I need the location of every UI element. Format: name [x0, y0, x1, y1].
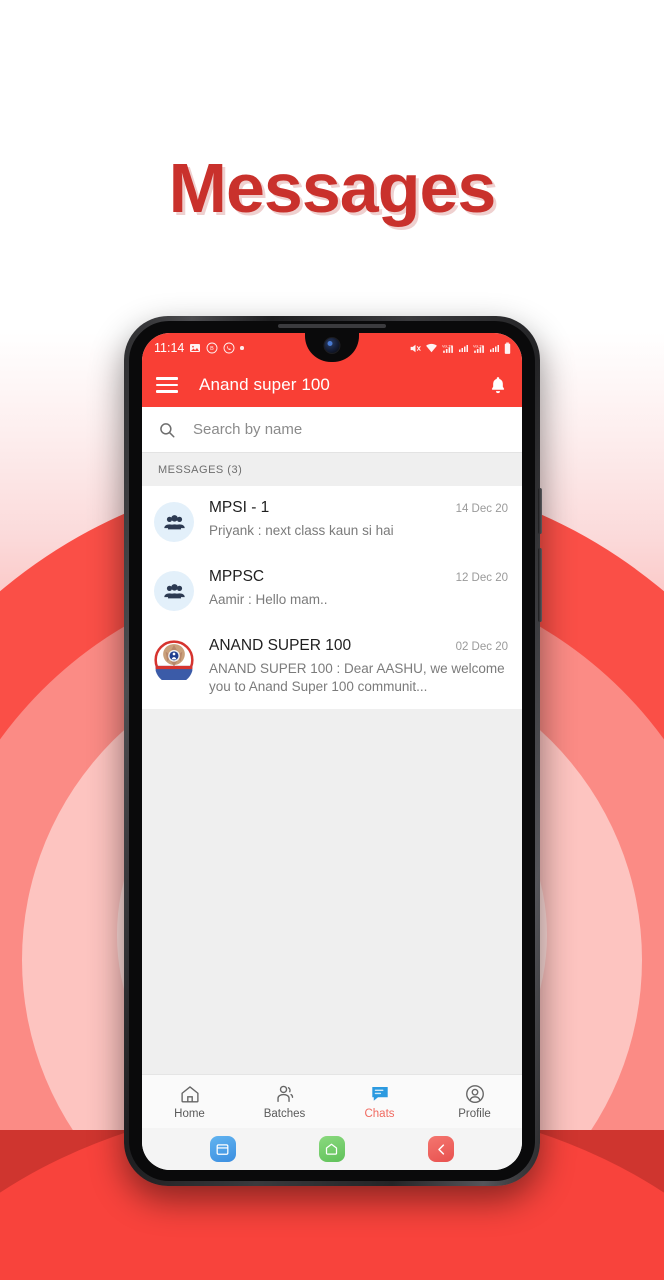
table-row[interactable]: MPPSC 12 Dec 20 Aamir : Hello mam..	[142, 555, 522, 624]
mute-icon	[409, 342, 422, 355]
chat-name: MPPSC	[209, 568, 265, 585]
nav-label: Batches	[263, 1108, 306, 1120]
chat-row-top: ANAND SUPER 100 02 Dec 20	[209, 637, 508, 655]
chat-preview: Aamir : Hello mam..	[209, 592, 328, 607]
nav-item-batches[interactable]: Batches	[237, 1083, 332, 1120]
phone-mockup: 11:14 B VoLTE VoLTE Anand super 100 Sear…	[124, 316, 542, 1186]
search-bar[interactable]	[142, 407, 522, 453]
volte-signal-icon: VoLTE	[441, 342, 454, 355]
whatsapp-icon	[223, 342, 235, 354]
android-system-navigation	[142, 1128, 522, 1170]
table-row[interactable]: ANAND SUPER 100 02 Dec 20 ANAND SUPER 10…	[142, 624, 522, 709]
back-button[interactable]	[428, 1136, 455, 1162]
search-icon	[158, 421, 176, 439]
power-button[interactable]	[538, 548, 542, 622]
messages-section-label: MESSAGES (3)	[158, 463, 243, 476]
nav-label: Home	[174, 1108, 205, 1120]
chat-bubble-icon	[371, 1087, 388, 1101]
chat-date: 14 Dec 20	[455, 503, 508, 515]
nav-label: Profile	[458, 1108, 491, 1120]
recents-icon	[216, 1143, 229, 1155]
group-icon	[163, 583, 185, 598]
wifi-icon	[425, 342, 438, 355]
dot-icon	[240, 346, 244, 350]
volume-button[interactable]	[538, 488, 542, 534]
recents-button[interactable]	[209, 1136, 236, 1162]
signal-bars-2-icon	[488, 342, 500, 354]
people-icon	[276, 1085, 293, 1103]
bottom-navigation: Home Batches Chats Profile	[142, 1074, 522, 1128]
chat-date: 02 Dec 20	[455, 641, 508, 653]
status-bar-left: 11:14 B	[154, 341, 244, 355]
chat-date: 12 Dec 20	[455, 572, 508, 584]
home-button[interactable]	[318, 1136, 345, 1162]
volte-signal-2-icon: VoLTE	[472, 342, 485, 355]
avatar	[154, 571, 194, 611]
bell-icon[interactable]	[488, 374, 508, 396]
b-badge-icon: B	[206, 342, 218, 354]
chat-name: ANAND SUPER 100	[209, 637, 352, 654]
nav-label: Chats	[364, 1108, 395, 1120]
home-pentagon-icon	[326, 1143, 338, 1155]
nav-item-profile[interactable]: Profile	[427, 1083, 522, 1120]
avatar	[154, 502, 194, 542]
group-icon	[163, 514, 185, 529]
nav-item-chats[interactable]: Chats	[332, 1083, 427, 1120]
empty-list-area	[142, 708, 522, 1074]
signal-bars-icon	[457, 342, 469, 354]
chat-row-top: MPSI - 1 14 Dec 20	[209, 499, 508, 517]
image-icon	[189, 342, 201, 354]
chat-content: MPPSC 12 Dec 20 Aamir : Hello mam..	[209, 568, 508, 609]
svg-text:B: B	[211, 346, 215, 352]
hamburger-icon[interactable]	[156, 377, 178, 393]
chat-name: MPSI - 1	[209, 499, 270, 516]
table-row[interactable]: MPSI - 1 14 Dec 20 Priyank : next class …	[142, 486, 522, 555]
page-title: Messages	[168, 149, 497, 227]
chat-preview: Priyank : next class kaun si hai	[209, 523, 394, 538]
status-bar: 11:14 B VoLTE VoLTE	[142, 333, 522, 363]
chat-list: MPSI - 1 14 Dec 20 Priyank : next class …	[142, 486, 522, 709]
status-bar-time: 11:14	[154, 341, 185, 355]
anand-logo-icon	[154, 640, 194, 680]
status-bar-right: VoLTE VoLTE	[409, 342, 512, 355]
chevron-left-icon	[438, 1143, 444, 1155]
chat-content: MPSI - 1 14 Dec 20 Priyank : next class …	[209, 499, 508, 540]
nav-item-home[interactable]: Home	[142, 1083, 237, 1120]
phone-screen: 11:14 B VoLTE VoLTE Anand super 100 Sear…	[142, 333, 522, 1170]
person-circle-icon	[465, 1085, 484, 1103]
app-bar: Anand super 100	[142, 363, 522, 407]
chat-content: ANAND SUPER 100 02 Dec 20 ANAND SUPER 10…	[209, 637, 508, 696]
chat-preview: ANAND SUPER 100 : Dear AASHU, we welcome…	[209, 661, 505, 694]
home-icon	[180, 1086, 199, 1103]
search-input[interactable]	[193, 421, 506, 438]
battery-icon	[503, 342, 512, 355]
earpiece-speaker	[278, 324, 386, 328]
messages-section-header: MESSAGES (3)	[142, 453, 522, 486]
avatar	[154, 640, 194, 680]
chat-row-top: MPPSC 12 Dec 20	[209, 568, 508, 586]
app-bar-title: Anand super 100	[199, 375, 330, 394]
